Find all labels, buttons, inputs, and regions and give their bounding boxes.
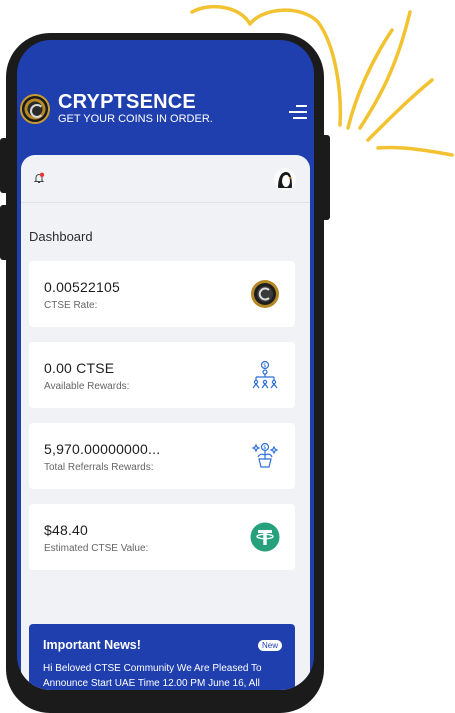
ctse-rate-card[interactable]: 0.00522105 CTSE Rate: — [29, 261, 295, 327]
estimated-value-amount: $48.40 — [44, 522, 89, 538]
volume-up-button — [0, 138, 10, 193]
available-rewards-value: 0.00 CTSE — [44, 360, 115, 376]
dashboard-title: Dashboard — [29, 229, 93, 244]
new-badge: New — [258, 640, 283, 651]
brand-header[interactable]: CRYPTSENCE GET YOUR COINS IN ORDER. — [20, 92, 213, 126]
estimated-value-label: Estimated CTSE Value: — [44, 543, 149, 554]
top-bar — [21, 155, 310, 203]
news-body: Hi Beloved CTSE Community We Are Pleased… — [43, 663, 262, 689]
phone-screen: CRYPTSENCE GET YOUR COINS IN ORDER. Dash… — [17, 40, 314, 690]
power-button — [320, 135, 330, 220]
dashboard-panel: Dashboard 0.00522105 CTSE Rate: 0.00 CTS… — [21, 155, 310, 690]
hamburger-menu-icon[interactable] — [289, 104, 307, 120]
referral-rewards-card[interactable]: 5,970.00000000... Total Referrals Reward… — [29, 423, 295, 489]
volume-down-button — [0, 205, 10, 260]
ctse-rate-label: CTSE Rate: — [44, 300, 98, 311]
important-news-card[interactable]: Important News! New Hi Beloved CTSE Comm… — [29, 624, 295, 690]
bell-icon[interactable] — [33, 172, 45, 184]
svg-text:$: $ — [263, 445, 266, 451]
brand-tagline: GET YOUR COINS IN ORDER. — [58, 113, 213, 125]
network-rewards-icon: $ — [252, 360, 278, 389]
available-rewards-label: Available Rewards: — [44, 381, 130, 392]
ctse-coin-icon — [251, 280, 279, 308]
referral-rewards-label: Total Referrals Rewards: — [44, 462, 154, 473]
cryptsence-logo-icon — [20, 94, 50, 124]
referral-rewards-value: 5,970.00000000... — [44, 441, 161, 457]
news-title: Important News! — [43, 638, 141, 652]
money-plant-icon: $ — [251, 442, 279, 468]
brand-name: CRYPTSENCE — [58, 91, 196, 113]
tether-icon — [250, 522, 280, 552]
svg-text:$: $ — [263, 363, 266, 369]
ctse-rate-value: 0.00522105 — [44, 279, 120, 295]
avatar[interactable] — [274, 168, 296, 190]
estimated-value-card[interactable]: $48.40 Estimated CTSE Value: — [29, 504, 295, 570]
available-rewards-card[interactable]: 0.00 CTSE Available Rewards: $ — [29, 342, 295, 408]
